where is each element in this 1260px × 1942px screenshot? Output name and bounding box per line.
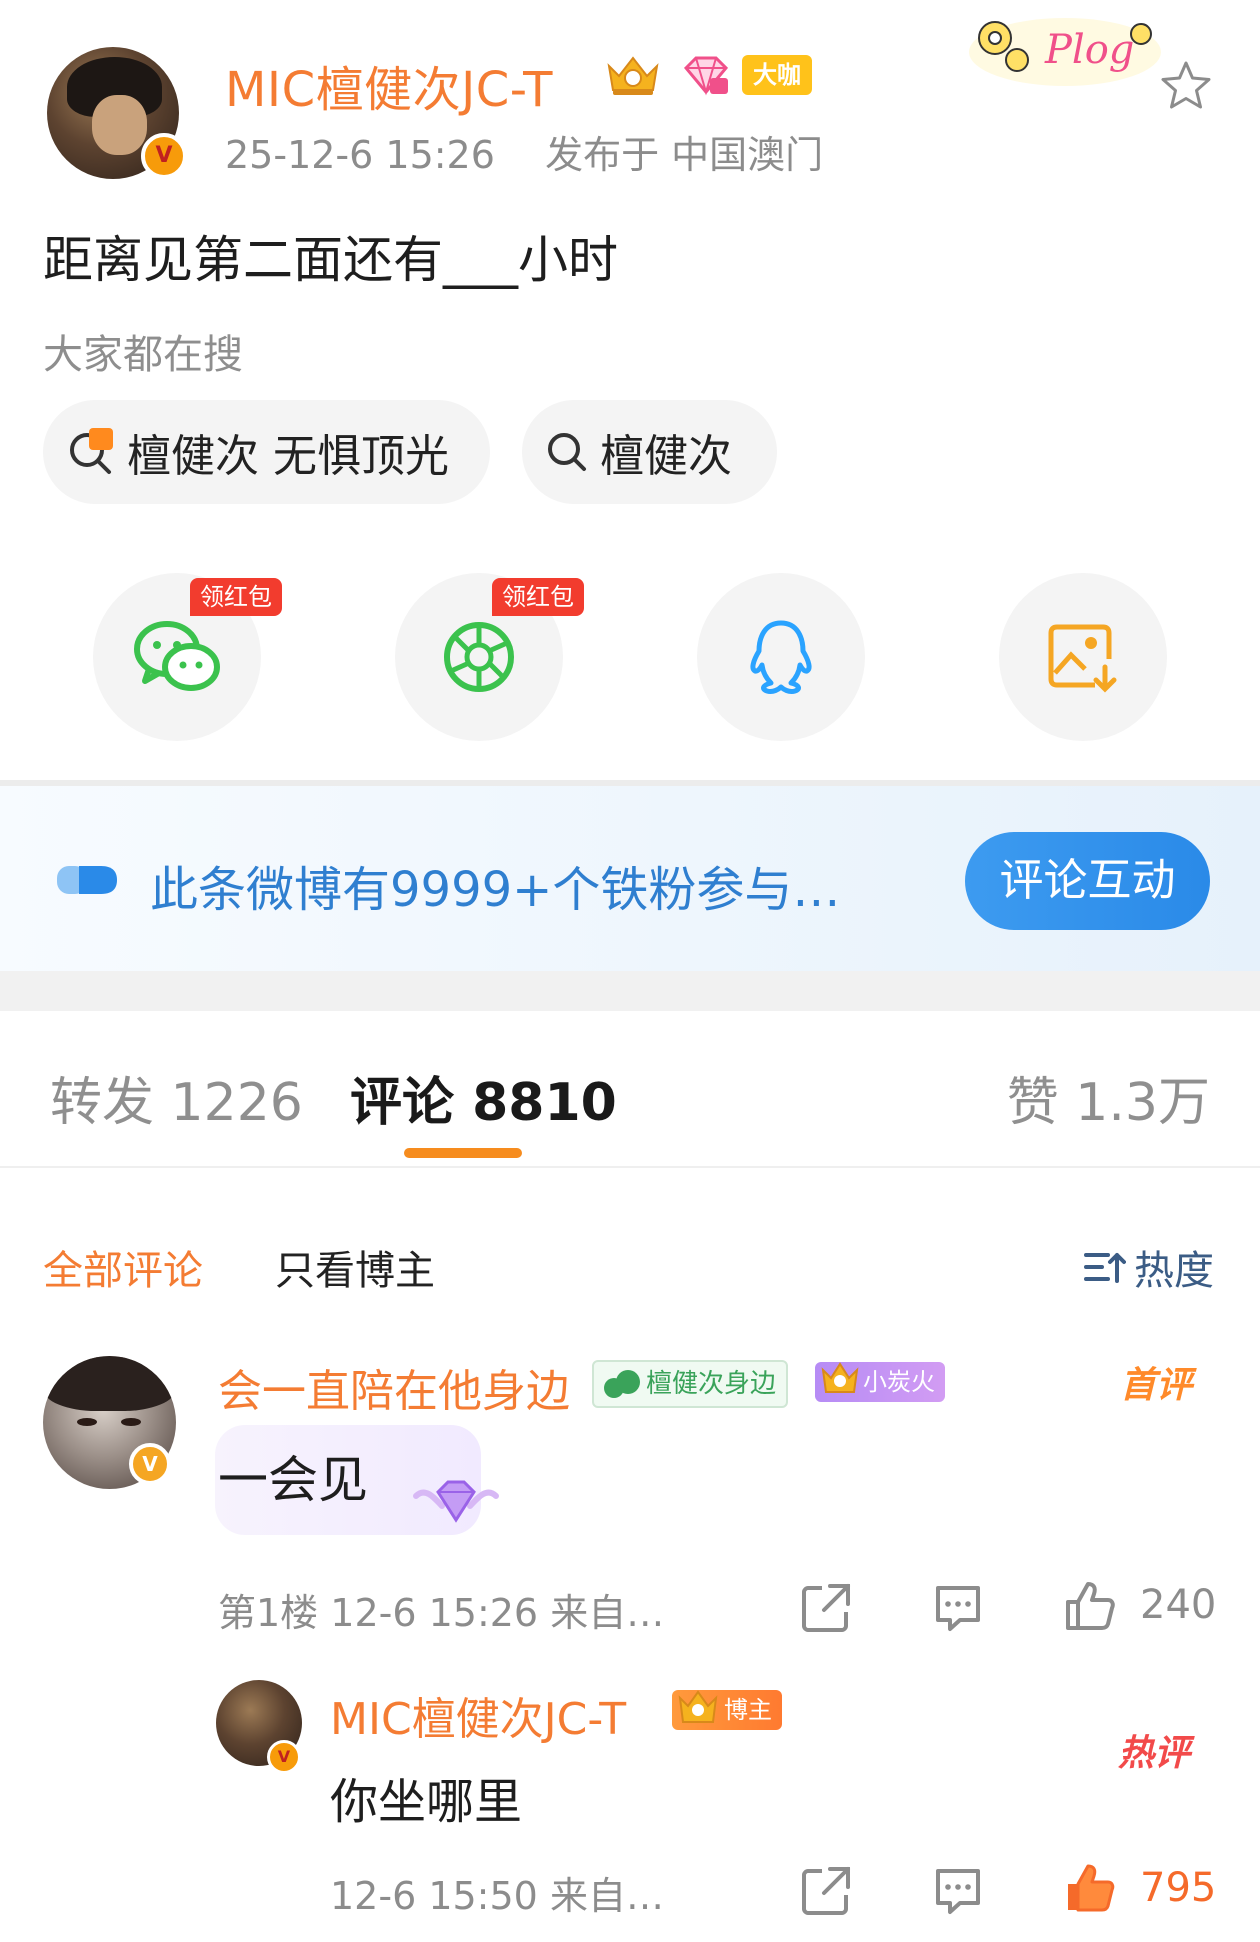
like-icon[interactable] xyxy=(1064,1580,1116,1632)
reply-time: 12-6 15:50 xyxy=(330,1874,538,1918)
reply-like-count: 795 xyxy=(1140,1865,1217,1911)
level-badge: 小炭火 xyxy=(815,1362,945,1402)
post-meta: 25-12-6 15:26 发布于 中国澳门 xyxy=(225,124,823,179)
share-icon[interactable] xyxy=(800,1865,852,1917)
filter-blogger-only[interactable]: 只看博主 xyxy=(275,1238,435,1296)
reply-comment-icon[interactable] xyxy=(932,1582,984,1634)
tab-comment[interactable]: 评论 8810 xyxy=(350,1060,617,1135)
sort-by-heat-button[interactable]: 热度 xyxy=(1084,1238,1214,1296)
share-icon[interactable] xyxy=(800,1582,852,1634)
post-content: 距离见第二面还有___小时 xyxy=(43,231,618,289)
reply-comment-icon[interactable] xyxy=(932,1865,984,1917)
section-gap xyxy=(0,971,1260,1011)
reply-source: 来自… xyxy=(549,1874,664,1918)
comment-floor: 第1楼 xyxy=(218,1591,319,1635)
hot-comment-tag: 热评 xyxy=(1118,1733,1191,1774)
fan-group-badge[interactable]: 檀健次身边 xyxy=(592,1360,789,1408)
sort-label: 热度 xyxy=(1134,1248,1214,1294)
filter-all-comments[interactable]: 全部评论 xyxy=(43,1238,203,1296)
reply-text: 你坐哪里 xyxy=(330,1774,523,1830)
crown-icon xyxy=(821,1362,859,1393)
post-time: 25-12-6 15:26 xyxy=(225,133,495,177)
diamond-level-icon xyxy=(683,56,729,96)
fan-leaf-icon xyxy=(604,1370,640,1398)
search-chip-2[interactable]: 檀健次 xyxy=(522,400,777,504)
tab-forward[interactable]: 转发 1226 xyxy=(50,1060,303,1135)
diamond-bubble-icon xyxy=(413,1480,499,1523)
commenter-name[interactable]: 会一直陪在他身边 xyxy=(218,1355,570,1419)
tab-like[interactable]: 赞 1.3万 xyxy=(1007,1060,1210,1135)
plog-text: Plog xyxy=(1044,27,1134,73)
fans-banner-icon xyxy=(57,866,117,894)
like-count: 240 xyxy=(1140,1582,1217,1628)
redpack-badge: 领红包 xyxy=(492,578,584,616)
hot-search-icon xyxy=(70,428,113,474)
save-image-icon xyxy=(1048,624,1117,693)
vip-badge: 大咖 xyxy=(742,55,812,95)
sort-icon xyxy=(1084,1253,1126,1283)
redpack-badge: 领红包 xyxy=(190,578,282,616)
save-image-button[interactable] xyxy=(999,573,1167,741)
blogger-badge: 博主 xyxy=(672,1690,782,1730)
qq-icon xyxy=(750,620,812,694)
divider xyxy=(0,1166,1260,1168)
comment-source: 来自… xyxy=(550,1591,665,1635)
reply-meta: 12-6 15:50 来自… xyxy=(330,1865,664,1920)
comment-text: 一会见 xyxy=(218,1451,368,1509)
comment-interact-button[interactable]: 评论互动 xyxy=(965,832,1210,930)
comment-meta: 第1楼 12-6 15:26 来自… xyxy=(218,1582,664,1637)
author-name[interactable]: MIC檀健次JC-T xyxy=(225,50,553,120)
wechat-icon xyxy=(134,621,220,691)
fan-badge-label: 檀健次身边 xyxy=(646,1369,777,1399)
first-comment-tag: 首评 xyxy=(1120,1365,1193,1406)
fans-banner-text[interactable]: 此条微博有9999+个铁粉参与… xyxy=(150,850,840,920)
crown-icon xyxy=(607,56,659,95)
reply-author-name[interactable]: MIC檀健次JC-T xyxy=(330,1683,626,1747)
verified-badge-icon: V xyxy=(267,1740,301,1774)
level-badge-label: 小炭火 xyxy=(863,1368,935,1396)
favorite-star-icon[interactable] xyxy=(1158,58,1214,114)
post-location: 发布于 中国澳门 xyxy=(545,133,824,177)
blogger-badge-label: 博主 xyxy=(724,1696,772,1724)
trending-search-label: 大家都在搜 xyxy=(43,332,243,378)
moments-icon xyxy=(444,622,514,692)
crown-icon xyxy=(678,1690,718,1723)
comment-time: 12-6 15:26 xyxy=(330,1591,539,1635)
share-qq-button[interactable] xyxy=(697,573,865,741)
tab-active-indicator xyxy=(404,1148,522,1158)
verified-badge-icon: V xyxy=(129,1443,171,1485)
plog-sticker-icon: Plog xyxy=(969,18,1161,86)
search-chip-1[interactable]: 檀健次 无惧顶光 xyxy=(43,400,490,504)
like-icon-active[interactable] xyxy=(1064,1862,1116,1914)
search-icon xyxy=(548,433,586,471)
verified-badge-icon: V xyxy=(141,133,187,179)
search-chip-2-label: 檀健次 xyxy=(600,431,732,482)
search-chip-1-label: 檀健次 无惧顶光 xyxy=(127,431,449,482)
